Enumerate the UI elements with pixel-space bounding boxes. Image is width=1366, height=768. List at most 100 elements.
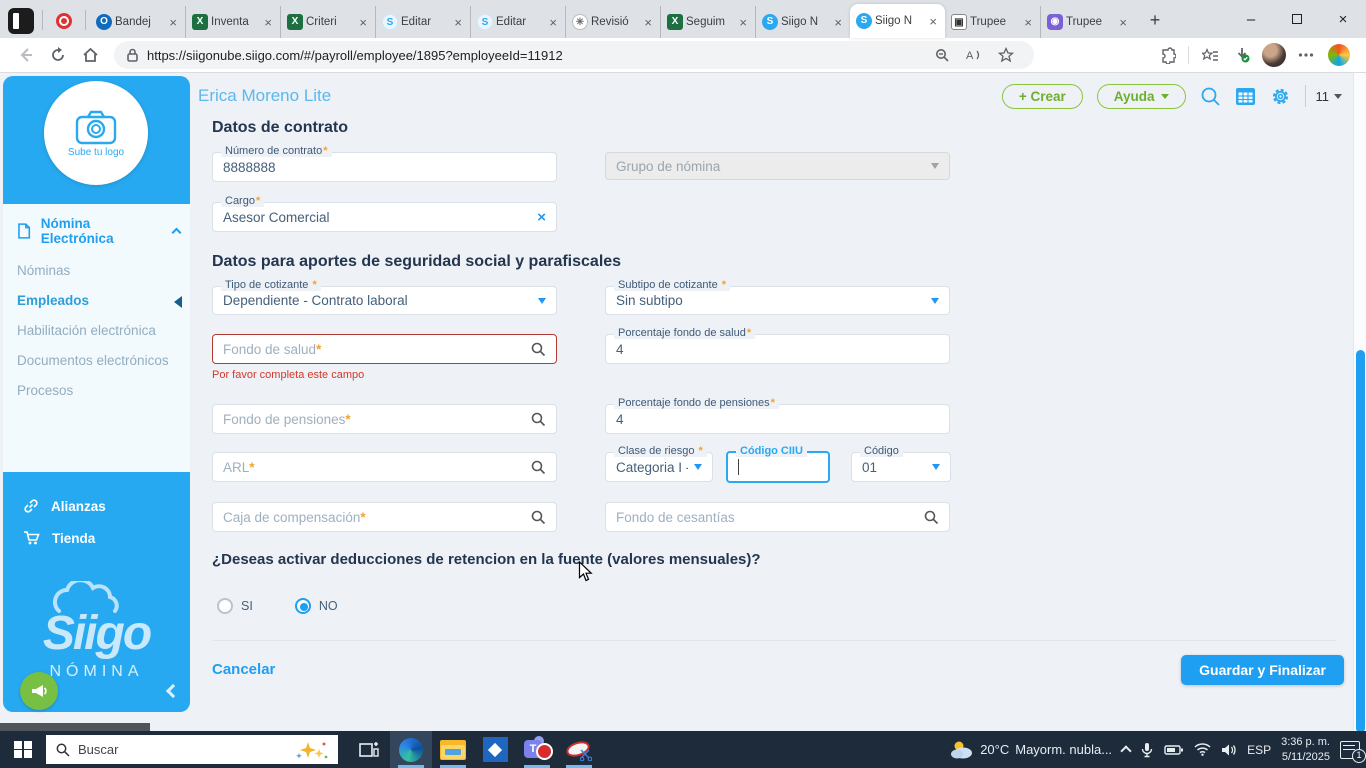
microphone-icon[interactable]: [1140, 742, 1154, 758]
upload-logo-button[interactable]: Sube tu logo: [44, 81, 148, 185]
wifi-icon[interactable]: [1194, 743, 1211, 756]
pct-salud-input[interactable]: [616, 341, 939, 357]
pct-salud-field[interactable]: Porcentaje fondo de salud*: [605, 327, 950, 364]
reload-icon[interactable]: [45, 42, 71, 68]
taskbar-app-teams[interactable]: T: [516, 731, 558, 768]
sidebar-item-empleados[interactable]: Empleados: [3, 286, 190, 316]
browser-tab[interactable]: Trupee ×: [945, 6, 1040, 38]
cargo-input[interactable]: [223, 209, 538, 225]
search-icon[interactable]: [531, 412, 546, 427]
zoom-icon[interactable]: [929, 42, 955, 68]
caja-compensacion-field[interactable]: Caja de compensación*: [212, 502, 557, 532]
tab-close-icon[interactable]: ×: [547, 15, 559, 30]
numero-contrato-input[interactable]: [223, 159, 546, 175]
search-icon[interactable]: [1200, 86, 1221, 107]
grupo-nomina-select[interactable]: Grupo de nómina: [605, 152, 950, 180]
back-icon[interactable]: [13, 42, 39, 68]
browser-tab[interactable]: Seguim ×: [660, 6, 755, 38]
search-icon[interactable]: [531, 342, 546, 357]
copilot-icon[interactable]: [1328, 44, 1350, 66]
fondo-pensiones-field[interactable]: Fondo de pensiones*: [212, 404, 557, 434]
browser-tab[interactable]: Editar ×: [470, 6, 565, 38]
extensions-icon[interactable]: [1154, 42, 1180, 68]
battery-icon[interactable]: [1164, 744, 1184, 756]
search-icon[interactable]: [531, 460, 546, 475]
weather-widget[interactable]: 20°C Mayorm. nubla...: [950, 740, 1112, 760]
cargo-field[interactable]: Cargo* ×: [212, 195, 557, 232]
cancel-link[interactable]: Cancelar: [212, 661, 275, 678]
tab-close-icon[interactable]: ×: [452, 15, 464, 30]
taskbar-app-edge[interactable]: [390, 731, 432, 768]
browser-tab[interactable]: Revisió ×: [565, 6, 660, 38]
tab-close-icon[interactable]: ×: [1022, 15, 1034, 30]
downloads-icon[interactable]: [1229, 42, 1255, 68]
arl-field[interactable]: ARL*: [212, 452, 557, 482]
search-icon[interactable]: [924, 510, 939, 525]
language-indicator[interactable]: ESP: [1247, 743, 1271, 757]
tab-close-icon[interactable]: ×: [262, 15, 274, 30]
browser-tab[interactable]: Siigo N ×: [755, 6, 850, 38]
browser-tab[interactable]: Criteri ×: [280, 6, 375, 38]
collections-icon[interactable]: [1197, 42, 1223, 68]
radio-si[interactable]: SI: [217, 598, 253, 614]
close-button[interactable]: ×: [1320, 0, 1366, 38]
home-icon[interactable]: [77, 42, 103, 68]
sidebar-item-habilitación[interactable]: Habilitación electrónica: [3, 316, 190, 346]
sidebar-item-nóminas[interactable]: Nóminas: [3, 256, 190, 286]
company-count[interactable]: 11: [1304, 85, 1342, 107]
radio-no[interactable]: NO: [294, 598, 338, 614]
tray-expand-icon[interactable]: [1120, 745, 1132, 757]
volume-icon[interactable]: [1221, 743, 1237, 757]
codigo-select[interactable]: Código 01: [851, 445, 951, 482]
pinned-record-tab[interactable]: [49, 6, 79, 36]
sidebar-item-documentos[interactable]: Documentos electrónicos: [3, 346, 190, 376]
task-view-button[interactable]: [348, 731, 390, 768]
tab-close-icon[interactable]: ×: [357, 15, 369, 30]
fondo-salud-field[interactable]: Fondo de salud*: [212, 334, 557, 364]
read-aloud-icon[interactable]: A: [961, 42, 987, 68]
calendar-icon[interactable]: [1235, 86, 1256, 106]
browser-tab[interactable]: Trupee ×: [1040, 6, 1135, 38]
sidebar-item-procesos[interactable]: Procesos: [3, 376, 190, 406]
browser-tab[interactable]: Inventa ×: [185, 6, 280, 38]
tab-close-icon[interactable]: ×: [642, 15, 654, 30]
browser-tab[interactable]: Bandej ×: [90, 6, 185, 38]
clase-riesgo-select[interactable]: Clase de riesgo * Categoria I -...: [605, 445, 713, 482]
codigo-ciiu-field[interactable]: Código CIIU: [726, 445, 830, 483]
gear-icon[interactable]: [1270, 86, 1291, 107]
tab-close-icon[interactable]: ×: [927, 14, 939, 29]
search-icon[interactable]: [531, 510, 546, 525]
profile-avatar[interactable]: [1262, 43, 1286, 67]
tab-close-icon[interactable]: ×: [832, 15, 844, 30]
sidebar-item-tienda[interactable]: Tienda: [3, 522, 190, 554]
fondo-cesantias-field[interactable]: Fondo de cesantías: [605, 502, 950, 532]
sidebar-item-alianzas[interactable]: Alianzas: [3, 490, 190, 522]
clear-icon[interactable]: ×: [537, 209, 546, 226]
taskbar-app-devops[interactable]: [474, 731, 516, 768]
browser-tab[interactable]: Siigo N ×: [850, 4, 945, 38]
subtipo-cotizante-select[interactable]: Subtipo de cotizante * Sin subtipo: [605, 279, 950, 315]
scrollbar-thumb[interactable]: [1356, 350, 1365, 733]
vertical-scrollbar[interactable]: [1353, 73, 1366, 733]
browser-tab[interactable]: Editar ×: [375, 6, 470, 38]
minimize-button[interactable]: –: [1228, 0, 1274, 38]
taskbar-search[interactable]: Buscar: [46, 735, 338, 764]
crear-button[interactable]: + Crear: [1001, 83, 1083, 109]
tab-close-icon[interactable]: ×: [1117, 15, 1129, 30]
tab-close-icon[interactable]: ×: [167, 15, 179, 30]
taskbar-app-explorer[interactable]: [432, 731, 474, 768]
maximize-button[interactable]: [1274, 0, 1320, 38]
nav-header[interactable]: Nómina Electrónica: [3, 204, 190, 256]
more-menu-icon[interactable]: [1293, 42, 1319, 68]
address-bar[interactable]: https://siigonube.siigo.com/#/payroll/em…: [114, 41, 1034, 69]
save-finalize-button[interactable]: Guardar y Finalizar: [1181, 655, 1344, 685]
tab-close-icon[interactable]: ×: [737, 15, 749, 30]
action-center-icon[interactable]: 1: [1340, 740, 1366, 763]
workspace-icon[interactable]: [8, 8, 34, 34]
sidebar-collapse-icon[interactable]: [165, 683, 181, 699]
pct-pensiones-field[interactable]: Porcentaje fondo de pensiones*: [605, 397, 950, 434]
pct-pensiones-input[interactable]: [616, 411, 939, 427]
new-tab-button[interactable]: +: [1141, 6, 1169, 34]
ayuda-button[interactable]: Ayuda: [1096, 83, 1186, 109]
tipo-cotizante-select[interactable]: Tipo de cotizante * Dependiente - Contra…: [212, 279, 557, 315]
